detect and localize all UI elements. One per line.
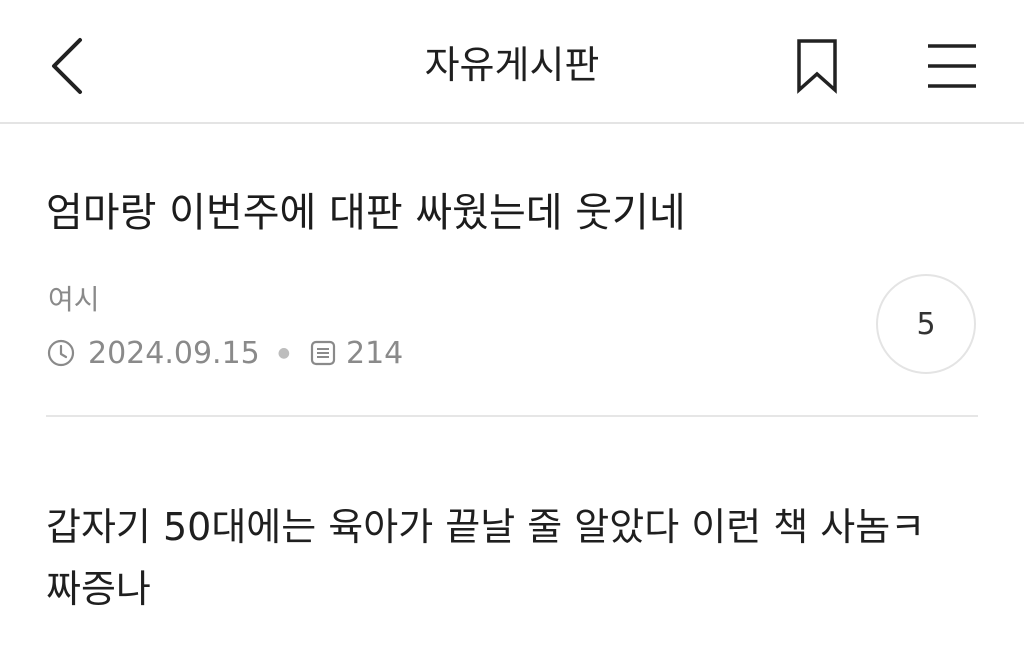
bookmark-icon: [797, 39, 837, 94]
post-body: 갑자기 50대에는 육아가 끝날 줄 알았다 이런 책 사놈ㅋ 짜증나: [46, 496, 976, 620]
divider: [46, 415, 978, 417]
view-count: 214: [346, 335, 404, 371]
back-button[interactable]: [40, 34, 96, 98]
menu-button[interactable]: [924, 40, 980, 92]
post-author[interactable]: 여시: [48, 280, 100, 320]
post-title: 엄마랑 이번주에 대판 싸웠는데 웃기네: [46, 190, 686, 236]
chevron-left-icon: [52, 38, 82, 94]
post-body-line: 갑자기 50대에는 육아가 끝날 줄 알았다 이런 책 사놈ㅋ: [46, 505, 926, 549]
post-date: 2024.09.15: [88, 335, 260, 371]
comment-count-button[interactable]: 5: [876, 274, 976, 374]
clock-icon: [46, 338, 76, 368]
hamburger-menu-icon: [928, 44, 976, 88]
bookmark-button[interactable]: [792, 38, 842, 94]
page-title: 자유게시판: [424, 43, 600, 87]
post-body-line: 짜증나: [46, 567, 151, 611]
meta-separator: ●: [277, 345, 290, 361]
document-list-icon: [308, 338, 338, 368]
top-app-bar: 자유게시판: [0, 0, 1024, 124]
post-meta: 2024.09.15 ● 214: [46, 332, 403, 374]
